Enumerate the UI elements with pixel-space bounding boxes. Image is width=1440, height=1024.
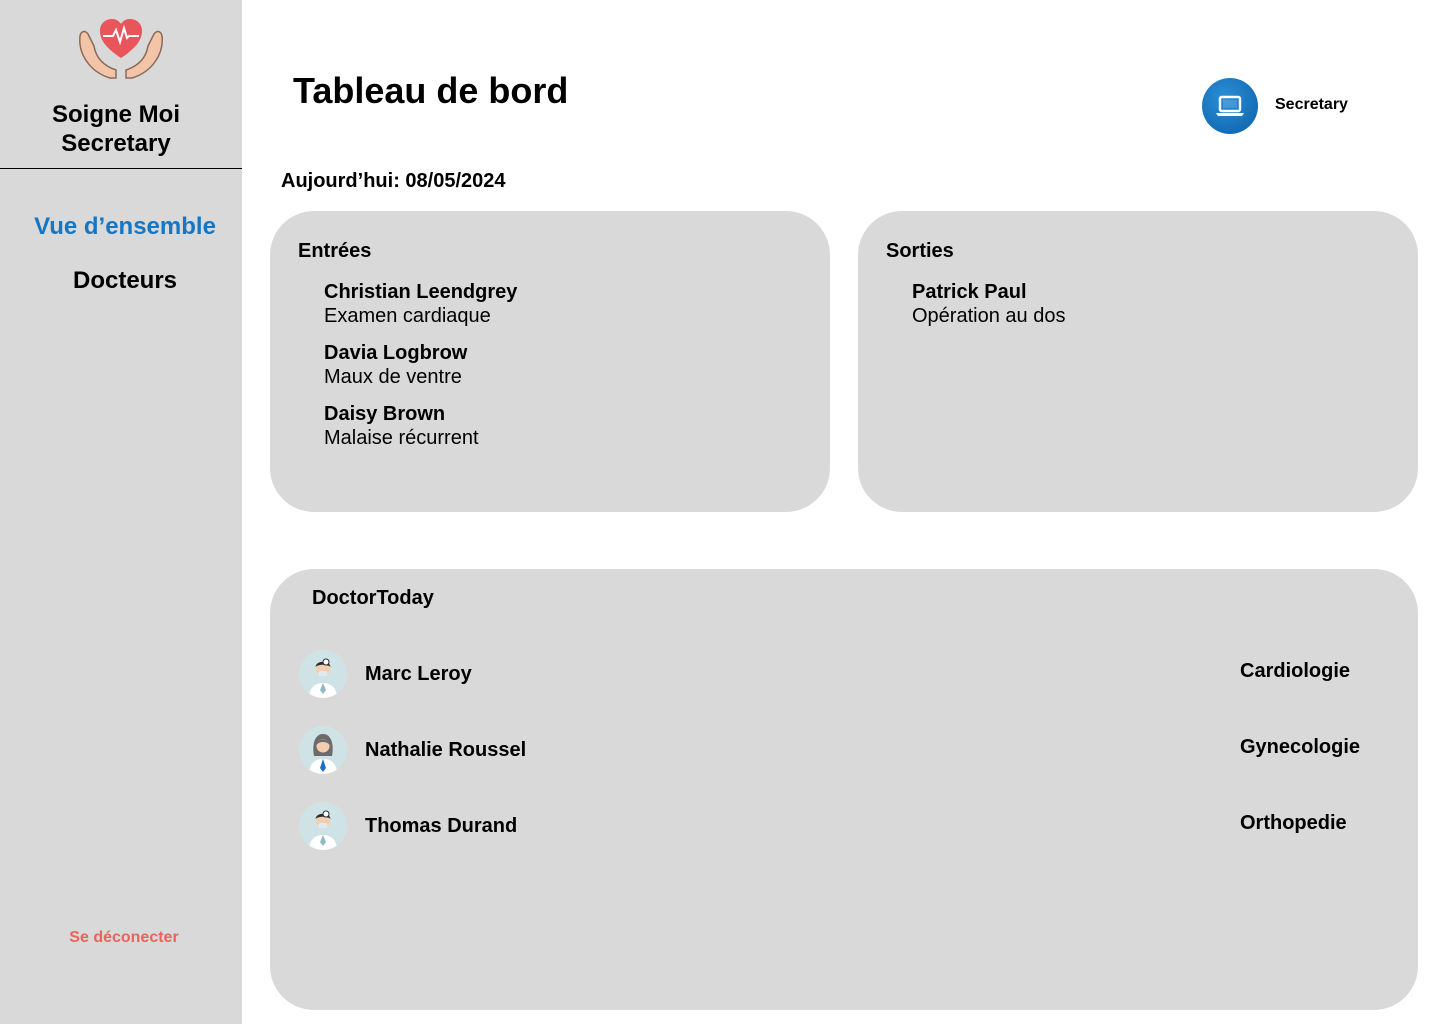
- brand-role: Secretary: [61, 130, 171, 157]
- doctor-name: Thomas Durand: [365, 815, 518, 837]
- patient-reason: Opération au dos: [912, 305, 1066, 327]
- brand-name: Soigne Moi: [52, 101, 180, 128]
- app-brand: Soigne Moi Secretary: [0, 100, 232, 158]
- heart-hands-icon: [76, 14, 166, 84]
- logout-link[interactable]: Se déconecter: [0, 929, 248, 947]
- exits-list: Patrick Paul Opération au dos: [912, 280, 1065, 341]
- doctors-today-title: DoctorToday: [312, 587, 434, 609]
- sidebar: Soigne Moi Secretary Vue d’ensemble Doct…: [0, 0, 242, 1024]
- laptop-icon: [1216, 95, 1244, 116]
- sidebar-item-overview[interactable]: Vue d’ensemble: [0, 213, 250, 241]
- doctor-name: Nathalie Roussel: [365, 739, 527, 761]
- patient-reason: Malaise récurrent: [324, 427, 479, 449]
- patient-reason: Maux de ventre: [324, 366, 462, 388]
- entries-list: Christian Leendgrey Examen cardiaque Dav…: [324, 280, 517, 463]
- doctor-row[interactable]: Nathalie Roussel Gynecologie: [299, 726, 1389, 774]
- page-title: Tableau de bord: [293, 70, 569, 111]
- list-item[interactable]: Christian Leendgrey Examen cardiaque: [324, 280, 517, 328]
- male-doctor-avatar: [299, 802, 347, 850]
- list-item[interactable]: Patrick Paul Opération au dos: [912, 280, 1065, 328]
- doctor-specialty: Orthopedie: [1240, 812, 1347, 834]
- doctor-row[interactable]: Thomas Durand Orthopedie: [299, 802, 1389, 850]
- user-name[interactable]: Secretary: [1275, 96, 1348, 114]
- patient-name: Daisy Brown: [324, 403, 446, 425]
- patient-name: Patrick Paul: [912, 281, 1027, 303]
- list-item[interactable]: Davia Logbrow Maux de ventre: [324, 341, 517, 389]
- entries-card: Entrées Christian Leendgrey Examen cardi…: [270, 211, 830, 512]
- doctor-row[interactable]: Marc Leroy Cardiologie: [299, 650, 1389, 698]
- patient-reason: Examen cardiaque: [324, 305, 491, 327]
- female-doctor-avatar: [299, 726, 347, 774]
- doctor-name: Marc Leroy: [365, 663, 472, 685]
- doctors-today-card: DoctorToday Marc Leroy Cardiologie Natha…: [270, 569, 1418, 1010]
- patient-name: Davia Logbrow: [324, 342, 468, 364]
- patient-name: Christian Leendgrey: [324, 281, 518, 303]
- today-date: Aujourd’hui: 08/05/2024: [281, 170, 506, 192]
- exits-card: Sorties Patrick Paul Opération au dos: [858, 211, 1418, 512]
- doctor-specialty: Gynecologie: [1240, 736, 1361, 758]
- exits-title: Sorties: [886, 240, 954, 262]
- entries-title: Entrées: [298, 240, 372, 262]
- sidebar-item-doctors[interactable]: Docteurs: [0, 267, 250, 295]
- male-doctor-avatar: [299, 650, 347, 698]
- doctor-specialty: Cardiologie: [1240, 660, 1351, 682]
- user-avatar[interactable]: [1202, 78, 1258, 134]
- sidebar-divider: [0, 168, 242, 169]
- list-item[interactable]: Daisy Brown Malaise récurrent: [324, 402, 517, 450]
